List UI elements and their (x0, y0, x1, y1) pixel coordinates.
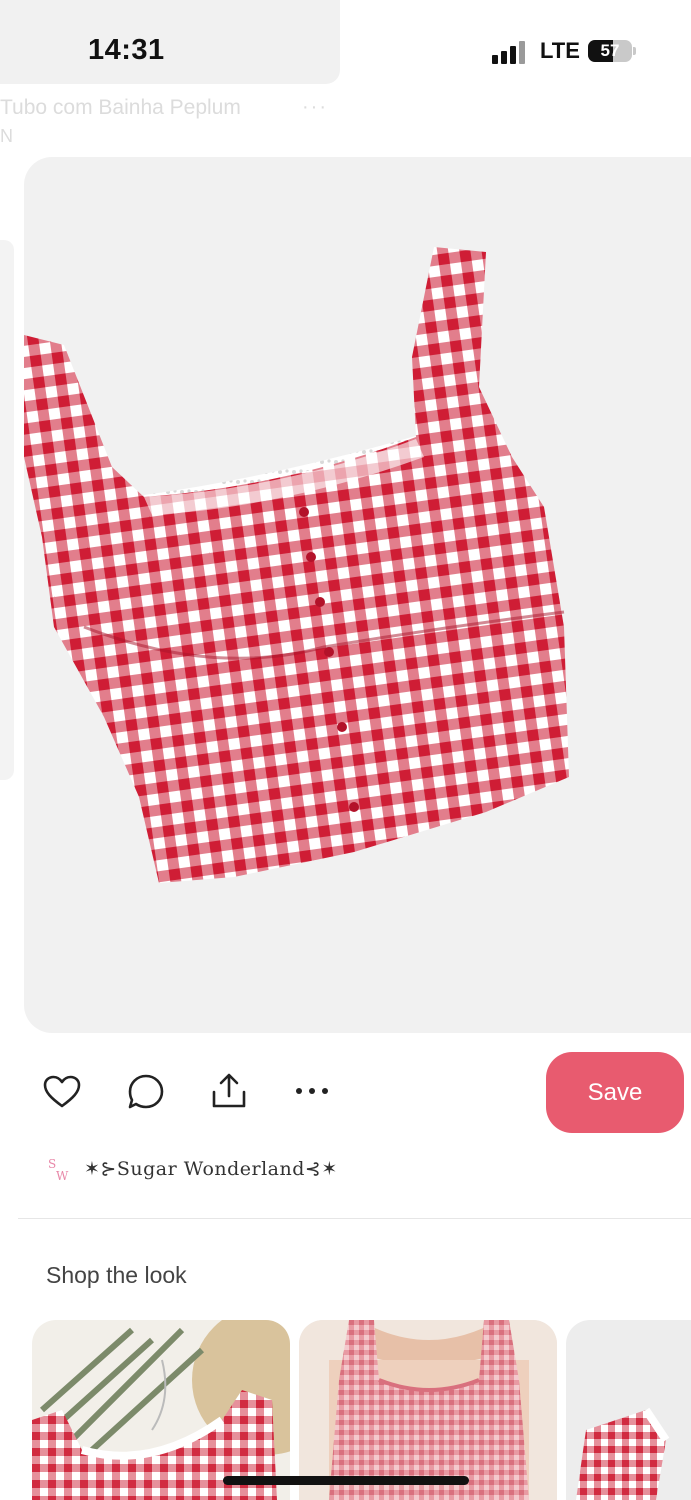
creator-name[interactable]: ✶⊱Sugar Wonderland⊰✶ (84, 1158, 338, 1180)
svg-text:W: W (56, 1169, 69, 1183)
svg-text:S: S (48, 1157, 56, 1171)
shop-item-image (299, 1320, 557, 1500)
status-time: 14:31 (88, 34, 165, 66)
background-pin-title: Tubo com Bainha Peplum (0, 96, 241, 119)
shop-item-image (32, 1320, 290, 1500)
previous-pin-edge (0, 240, 14, 780)
heart-icon[interactable] (42, 1074, 82, 1110)
speech-bubble-icon[interactable] (127, 1073, 165, 1111)
shop-item-card[interactable] (299, 1320, 557, 1500)
background-pin-subtitle: N (0, 126, 13, 146)
background-pin-card: Tubo com Bainha Peplum N ··· (0, 0, 348, 155)
battery-level: 57 (600, 41, 620, 60)
battery-icon: 57 (588, 40, 632, 62)
shop-item-image (576, 1407, 670, 1500)
home-indicator[interactable] (223, 1476, 469, 1485)
shop-item-card[interactable] (566, 1320, 691, 1500)
battery-cap (633, 47, 636, 55)
shop-section-title: Shop the look (46, 1262, 187, 1288)
background-more-icon: ··· (302, 96, 328, 118)
save-button[interactable]: Save (546, 1052, 684, 1133)
shop-item-card[interactable] (32, 1320, 290, 1500)
background-pin-image (0, 0, 340, 84)
signal-icon (492, 40, 528, 64)
creator-avatar[interactable]: SW (46, 1154, 72, 1184)
divider (18, 1218, 691, 1219)
network-label: LTE (540, 38, 580, 63)
gingham-top-illustration (24, 247, 569, 883)
creator-row[interactable]: SW ✶⊱Sugar Wonderland⊰✶ (46, 1154, 338, 1184)
share-icon[interactable] (210, 1072, 248, 1110)
pin-image[interactable] (24, 157, 691, 1033)
more-horizontal-icon[interactable] (292, 1080, 332, 1102)
